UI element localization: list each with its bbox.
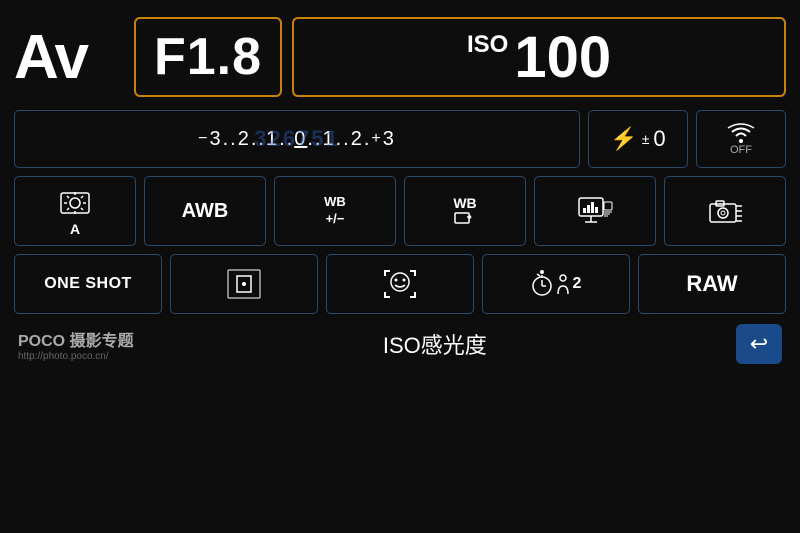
back-button[interactable]: ↩ xyxy=(736,324,782,364)
wb-shift-box[interactable]: WB xyxy=(404,176,526,246)
display-box[interactable] xyxy=(534,176,656,246)
settings-row-2: ONE SHOT xyxy=(14,254,786,314)
flash-compensation-box[interactable]: ⚡ ± 0 xyxy=(588,110,688,168)
shooting-mode: Av xyxy=(14,22,124,93)
iso-value: 100 xyxy=(514,24,611,91)
brand-logo: POCO 摄影专题 xyxy=(18,327,134,351)
camera-screen: Av F1.8 ISO 100 −3..2..1..0..1..2.+3 326… xyxy=(0,0,800,533)
flash-comp-value: 0 xyxy=(653,126,665,152)
wb-shift-label: WB xyxy=(453,195,476,227)
aperture-box[interactable]: F1.8 xyxy=(134,17,282,97)
exposure-scale-box[interactable]: −3..2..1..0..1..2.+3 326751 xyxy=(14,110,580,168)
wifi-icon xyxy=(726,122,756,144)
metering-box[interactable]: A xyxy=(14,176,136,246)
af-mode-label: ONE SHOT xyxy=(44,275,132,293)
back-icon: ↩ xyxy=(750,331,768,357)
af-point-box[interactable] xyxy=(170,254,318,314)
bottom-bar: POCO 摄影专题 http://photo.poco.cn/ ISO感光度 ↩ xyxy=(14,324,786,364)
wb-adjust-label: WB+/− xyxy=(324,194,346,228)
metering-label: A xyxy=(70,221,80,237)
exposure-scale: −3..2..1..0..1..2.+3 xyxy=(198,128,396,151)
face-detect-box[interactable] xyxy=(326,254,474,314)
brand-url: http://photo.poco.cn/ xyxy=(18,351,134,362)
self-timer-content: 2 xyxy=(531,270,582,298)
wb-box[interactable]: AWB xyxy=(144,176,266,246)
image-format-box[interactable]: RAW xyxy=(638,254,786,314)
flash-icon: ⚡ xyxy=(610,126,637,152)
flash-comp-symbol: ± xyxy=(642,131,650,147)
image-format-label: RAW xyxy=(686,271,737,297)
awb-label: AWB xyxy=(182,200,229,223)
iso-box[interactable]: ISO 100 xyxy=(292,17,786,97)
wb-adjust-box[interactable]: WB+/− xyxy=(274,176,396,246)
af-mode-box[interactable]: ONE SHOT xyxy=(14,254,162,314)
iso-label: ISO xyxy=(467,31,508,59)
top-row: Av F1.8 ISO 100 xyxy=(14,12,786,102)
iso-label-bottom: ISO感光度 xyxy=(134,328,736,360)
aperture-value: F1.8 xyxy=(154,27,262,87)
exposure-row: −3..2..1..0..1..2.+3 326751 ⚡ ± 0 OFF xyxy=(14,110,786,168)
self-timer-value: 2 xyxy=(573,275,582,293)
camera-settings-box[interactable] xyxy=(664,176,786,246)
self-timer-box[interactable]: 2 xyxy=(482,254,630,314)
wifi-status: OFF xyxy=(730,144,752,156)
wifi-box[interactable]: OFF xyxy=(696,110,786,168)
settings-row-1: A AWB WB+/− WB xyxy=(14,176,786,246)
brand-info: POCO 摄影专题 http://photo.poco.cn/ xyxy=(18,327,134,362)
